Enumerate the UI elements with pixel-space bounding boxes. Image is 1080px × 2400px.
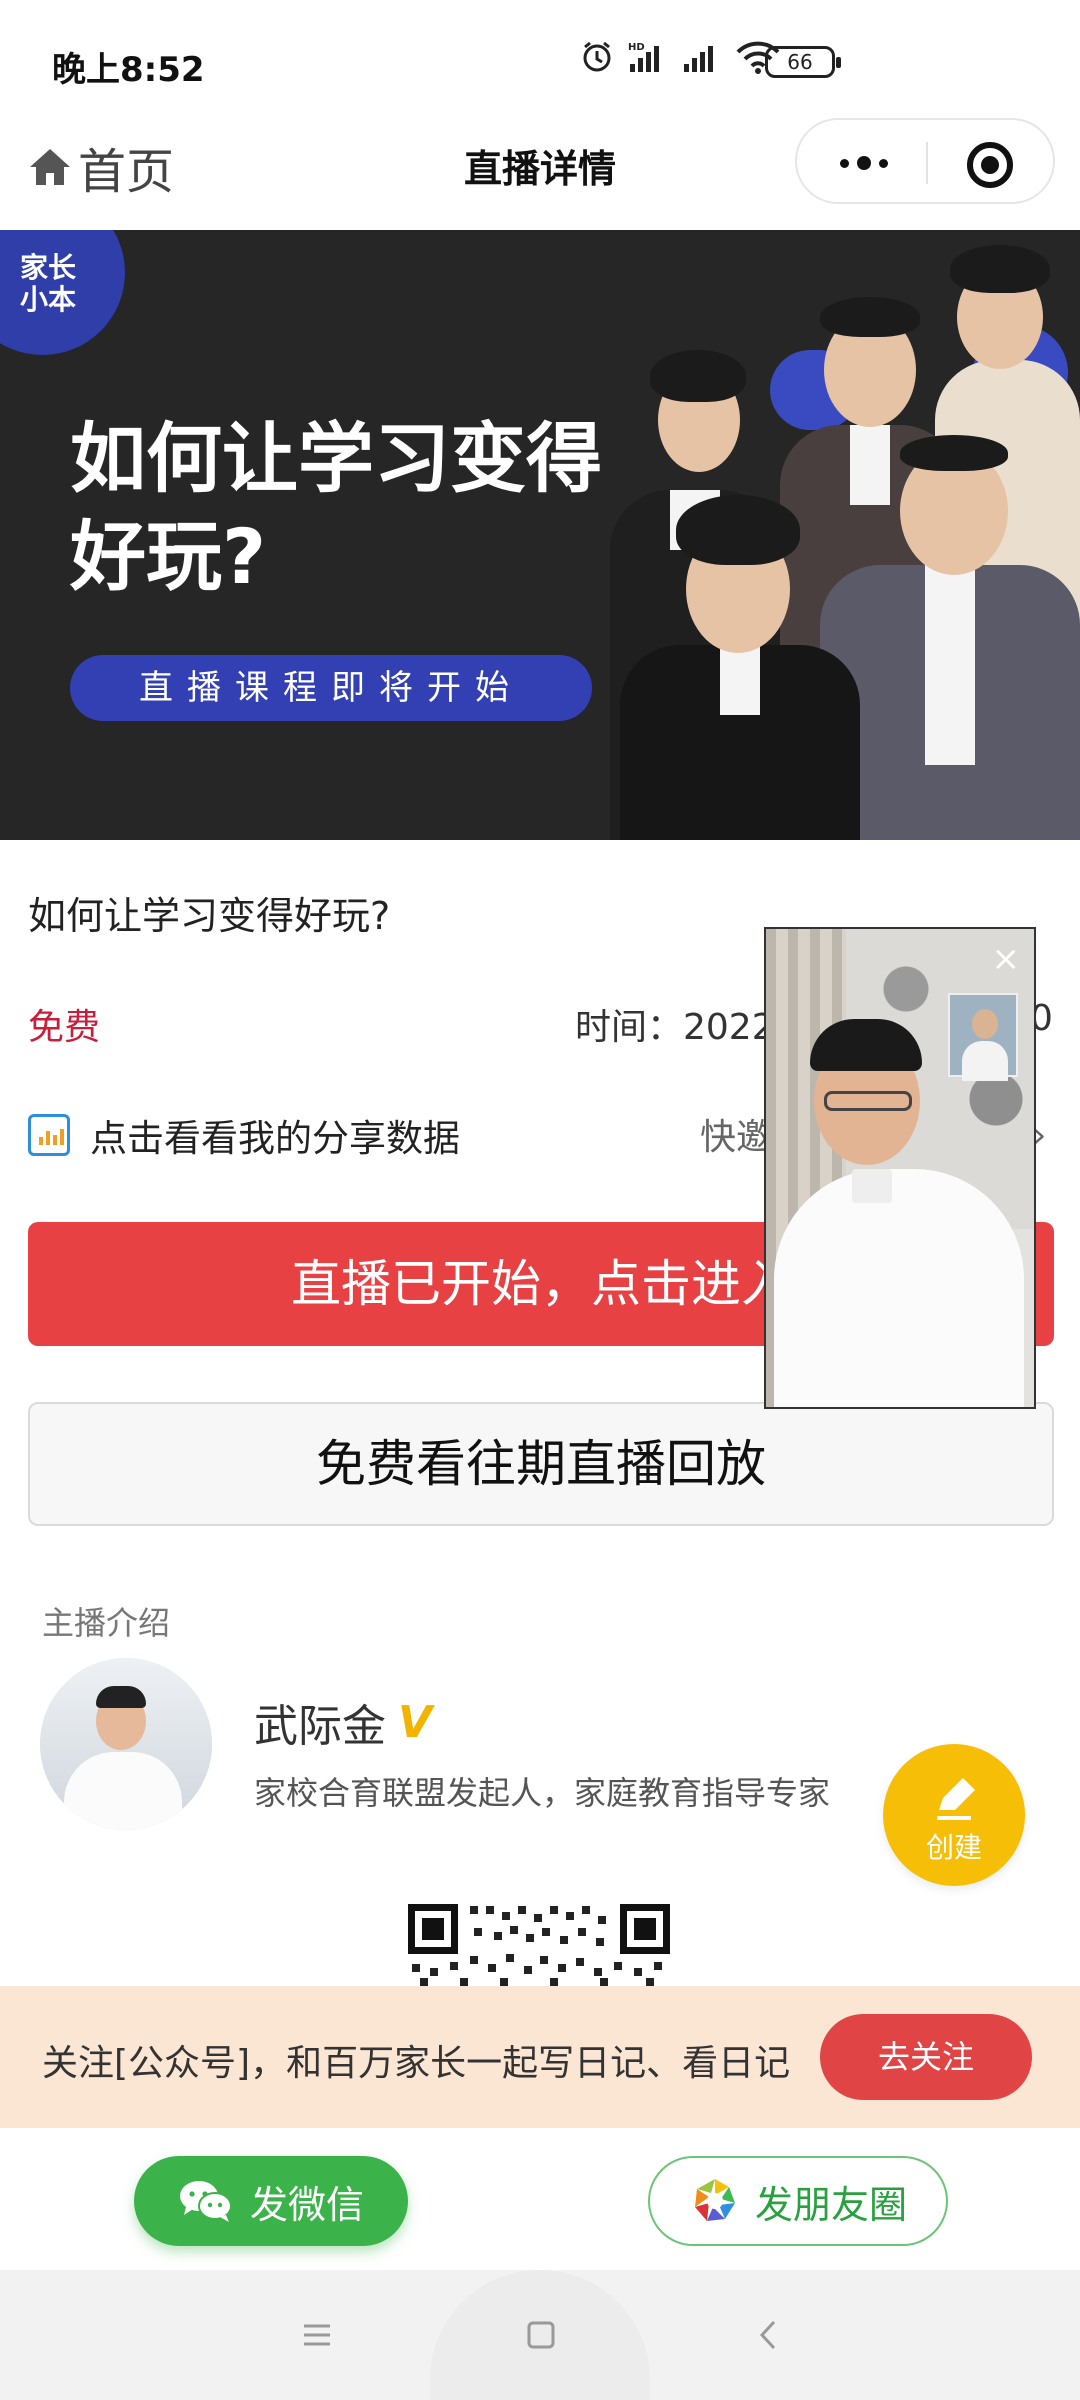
presenter-photo (620, 485, 860, 840)
target-close-icon[interactable] (967, 142, 1013, 188)
live-banner[interactable]: 家长小本 如何让学习变得好玩? 直播课程即将开始 (0, 230, 1080, 840)
create-button[interactable]: 创建 (883, 1744, 1025, 1886)
verified-icon: V (398, 1696, 433, 1748)
price-label: 免费 (28, 1007, 101, 1048)
hd-signal-icon: HD (628, 42, 659, 72)
system-navigation-bar (0, 2270, 1080, 2400)
banner-pill: 直播课程即将开始 (70, 655, 592, 721)
moments-icon (690, 2177, 739, 2225)
chart-icon (28, 1114, 70, 1156)
avatar[interactable] (40, 1658, 212, 1830)
status-bar: 晚上8:52 HD 66 (0, 0, 1080, 118)
nav-bar: 首页 直播详情 (0, 118, 1080, 230)
home-square-icon[interactable] (524, 2318, 558, 2352)
invite-link[interactable]: 快邀 (700, 1108, 772, 1160)
replay-button[interactable]: 免费看往期直播回放 (28, 1402, 1054, 1526)
share-wechat-button[interactable]: 发微信 (134, 2156, 408, 2246)
host-name-row: 武际金 V (254, 1690, 432, 1754)
brand-logo-text: 家长小本 (20, 251, 77, 316)
follow-banner: 关注[公众号]，和百万家长一起写日记、看日记 去关注 (0, 1986, 1080, 2128)
status-time: 晚上8:52 (52, 50, 205, 90)
share-moments-button[interactable]: 发朋友圈 (648, 2156, 948, 2246)
back-icon[interactable] (752, 2318, 786, 2352)
qr-code (400, 1898, 678, 1986)
pip-thumbnail (948, 993, 1018, 1081)
more-dots-icon[interactable] (832, 144, 896, 182)
pen-icon (937, 1778, 975, 1820)
start-time-text: 时间：2022 (575, 1007, 775, 1048)
svg-text:HD: HD (628, 42, 645, 53)
mini-program-capsule (795, 118, 1055, 204)
wechat-icon (179, 2181, 232, 2222)
brand-logo: 家长小本 (0, 230, 125, 355)
host-section-title: 主播介绍 (42, 1604, 171, 1642)
host-name: 武际金 (254, 1701, 386, 1752)
video-host-figure (852, 1169, 892, 1203)
share-moments-label: 发朋友圈 (754, 2182, 907, 2227)
status-icons: HD (580, 40, 780, 74)
create-label: 创建 (925, 1831, 982, 1864)
battery-indicator: 66 (765, 46, 841, 78)
capsule-divider (926, 142, 928, 184)
video-host-figure (824, 1091, 912, 1111)
menu-icon[interactable] (300, 2318, 334, 2352)
signal-icon (684, 46, 713, 72)
banner-headline: 如何让学习变得好玩? (70, 414, 602, 601)
share-bar: 发微信 发朋友圈 (0, 2128, 1080, 2270)
close-icon[interactable]: × (992, 939, 1021, 979)
alarm-icon (583, 41, 611, 72)
floating-live-video[interactable]: × (764, 927, 1036, 1409)
host-description: 家校合育联盟发起人，家庭教育指导专家 (254, 1774, 831, 1812)
start-time: 时间：2022 0 (575, 998, 1053, 1050)
video-host-figure (774, 1169, 1024, 1407)
course-title: 如何让学习变得好玩? (28, 894, 391, 938)
share-data-link[interactable]: 点击看看我的分享数据 (28, 1108, 460, 1162)
follow-text: 关注[公众号]，和百万家长一起写日记、看日记 (42, 2043, 791, 2084)
share-wechat-label: 发微信 (249, 2182, 364, 2227)
follow-button[interactable]: 去关注 (820, 2014, 1032, 2100)
share-data-label: 点击看看我的分享数据 (90, 1117, 460, 1160)
